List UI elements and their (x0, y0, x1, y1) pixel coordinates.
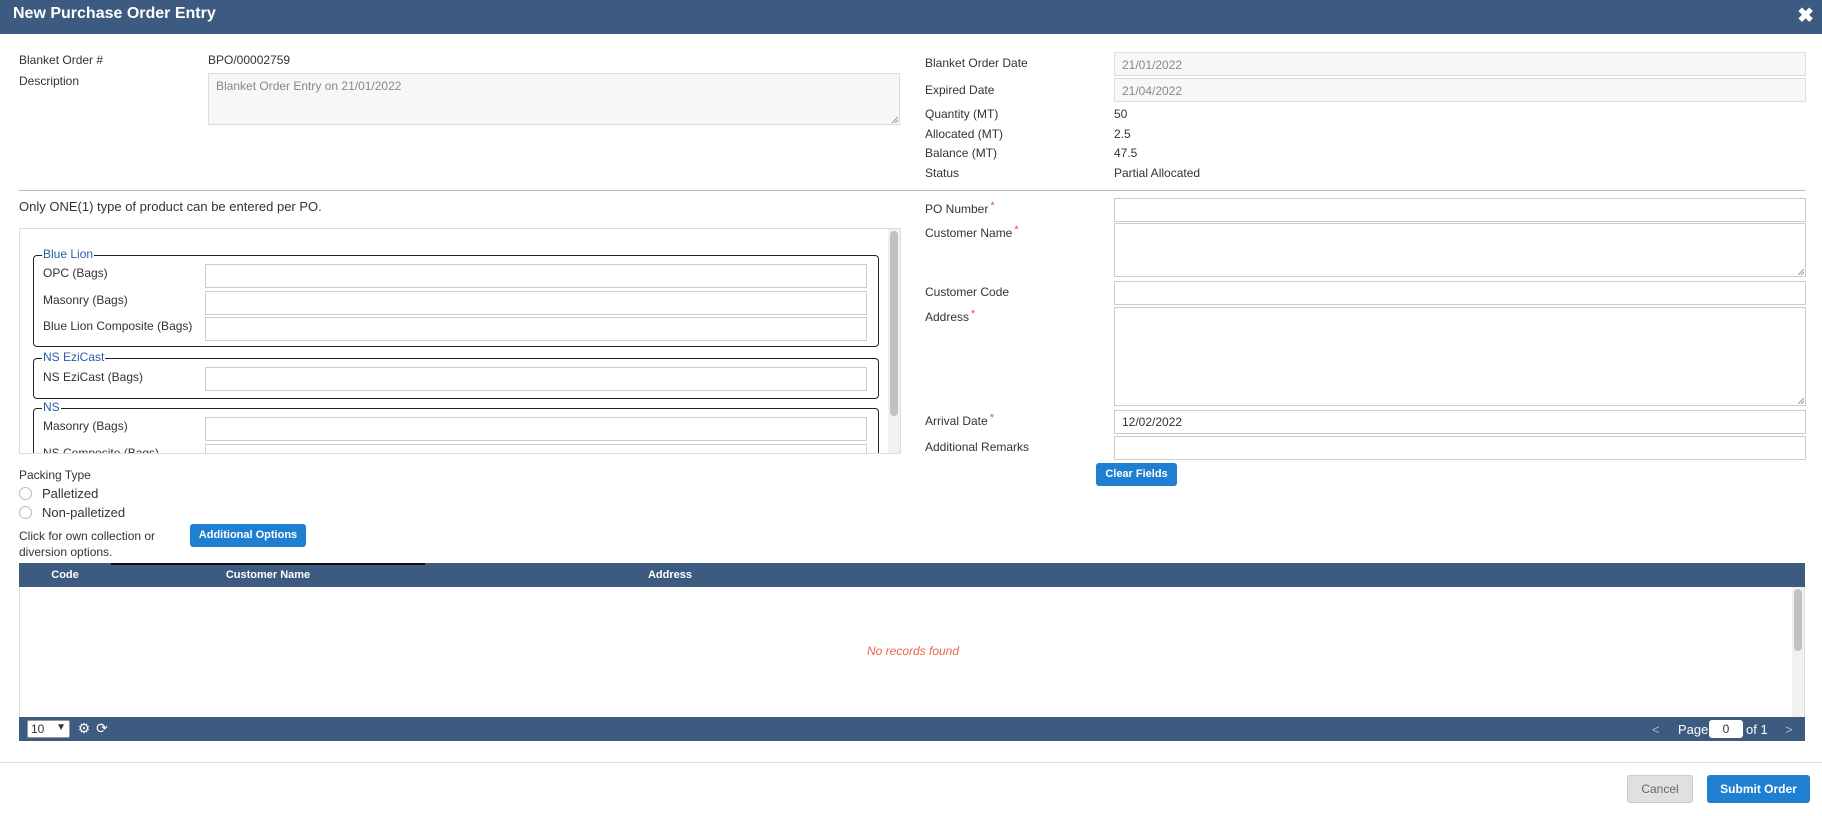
address-input[interactable] (1114, 307, 1806, 406)
scrollbar-thumb[interactable] (890, 231, 898, 416)
resize-grip-icon[interactable] (890, 115, 898, 123)
page-total: of 1 (1746, 722, 1768, 737)
group-legend: Blue Lion (42, 247, 95, 261)
product-group-ns: NS Masonry (Bags) NS Composite (Bags) (33, 400, 879, 454)
blue-lion-masonry-input[interactable] (205, 291, 867, 315)
grid-scrollbar-thumb[interactable] (1794, 589, 1802, 651)
next-page-button[interactable]: > (1785, 722, 1793, 737)
opc-bags-input[interactable] (205, 264, 867, 288)
expired-date-label: Expired Date (925, 83, 995, 97)
product-note: Only ONE(1) type of product can be enter… (19, 199, 322, 214)
quantity-label: Quantity (MT) (925, 107, 999, 121)
resize-grip-icon[interactable] (1796, 396, 1804, 404)
footer-divider (0, 762, 1822, 763)
quantity-value: 50 (1114, 107, 1128, 121)
column-header-address[interactable]: Address (425, 563, 915, 587)
chevron-down-icon: ▼ (56, 722, 66, 733)
product-group-ns-ezicast: NS EziCast NS EziCast (Bags) (33, 350, 879, 399)
packing-type-label: Packing Type (19, 468, 91, 482)
gear-icon[interactable]: ⚙ (76, 720, 92, 736)
ns-masonry-input[interactable] (205, 417, 867, 441)
non-palletized-radio[interactable] (19, 506, 32, 519)
grid-pager: 10 ▼ ⚙ ⟳ < Page 0 of 1 > (19, 717, 1805, 741)
product-label: NS EziCast (Bags) (43, 370, 144, 384)
additional-options-hint: Click for own collection or diversion op… (19, 529, 156, 559)
palletized-radio[interactable] (19, 487, 32, 500)
additional-remarks-label: Additional Remarks (925, 440, 1030, 454)
balance-value: 47.5 (1114, 146, 1138, 160)
blanket-order-label: Blanket Order # (19, 53, 104, 67)
blanket-order-date-label: Blanket Order Date (925, 56, 1028, 70)
prev-page-button[interactable]: < (1652, 722, 1660, 737)
page-label: Page (1678, 722, 1709, 737)
customer-name-label: Customer Name * (925, 224, 1019, 240)
column-header-customer-name[interactable]: Customer Name (111, 563, 425, 587)
customer-name-input[interactable] (1114, 223, 1806, 277)
arrival-date-label: Arrival Date * (925, 412, 994, 428)
allocated-value: 2.5 (1114, 127, 1131, 141)
description-field[interactable]: Blanket Order Entry on 21/01/2022 (208, 73, 900, 125)
allocated-label: Allocated (MT) (925, 127, 1004, 141)
expired-date-field: 21/04/2022 (1114, 78, 1806, 102)
group-legend: NS (42, 400, 61, 414)
additional-options-button[interactable]: Additional Options (190, 524, 306, 547)
section-divider (19, 190, 1805, 191)
group-legend: NS EziCast (42, 350, 106, 364)
grid-header: Code Customer Name Address (19, 563, 1805, 587)
submit-order-button[interactable]: Submit Order (1707, 775, 1810, 803)
clear-fields-button[interactable]: Clear Fields (1096, 463, 1177, 486)
product-label: Masonry (Bags) (43, 419, 128, 433)
scrollbar[interactable] (888, 229, 900, 453)
product-scroll-panel[interactable]: Blue Lion OPC (Bags) Masonry (Bags) Blue… (19, 228, 901, 454)
status-value: Partial Allocated (1114, 166, 1201, 180)
blanket-order-value: BPO/00002759 (208, 53, 291, 67)
page-size-value: 10 (31, 722, 45, 736)
arrival-date-input[interactable]: 12/02/2022 (1114, 410, 1806, 434)
blanket-order-date-field: 21/01/2022 (1114, 52, 1806, 76)
ns-composite-input[interactable] (205, 444, 867, 453)
empty-message: No records found (866, 644, 960, 658)
dialog-titlebar: New Purchase Order Entry ✖ (0, 0, 1822, 34)
product-label: NS Composite (Bags) (43, 446, 160, 454)
non-palletized-label: Non-palletized (42, 505, 126, 520)
customer-code-input[interactable] (1114, 281, 1806, 305)
close-icon[interactable]: ✖ (1797, 3, 1814, 28)
ns-ezicast-input[interactable] (205, 367, 867, 391)
blue-lion-composite-input[interactable] (205, 317, 867, 341)
column-header-code[interactable]: Code (19, 563, 111, 587)
address-label: Address * (925, 308, 976, 324)
customer-code-label: Customer Code (925, 285, 1010, 299)
palletized-label: Palletized (42, 486, 99, 501)
page-number-input[interactable]: 0 (1709, 720, 1743, 738)
description-value: Blanket Order Entry on 21/01/2022 (216, 79, 402, 93)
cancel-button[interactable]: Cancel (1627, 775, 1693, 803)
refresh-icon[interactable]: ⟳ (94, 720, 110, 736)
page-size-select[interactable]: 10 ▼ (27, 720, 70, 738)
product-label: Blue Lion Composite (Bags) (43, 319, 193, 333)
po-number-label: PO Number * (925, 200, 995, 216)
status-label: Status (925, 166, 960, 180)
dialog-title: New Purchase Order Entry (13, 5, 216, 22)
product-label: Masonry (Bags) (43, 293, 128, 307)
grid-scrollbar[interactable] (1792, 587, 1804, 717)
balance-label: Balance (MT) (925, 146, 998, 160)
product-group-blue-lion: Blue Lion OPC (Bags) Masonry (Bags) Blue… (33, 247, 879, 347)
description-label: Description (19, 74, 80, 88)
resize-grip-icon[interactable] (1796, 267, 1804, 275)
po-number-input[interactable] (1114, 198, 1806, 222)
grid-body: No records found (19, 587, 1805, 717)
additional-remarks-input[interactable] (1114, 436, 1806, 460)
product-label: OPC (Bags) (43, 266, 108, 280)
